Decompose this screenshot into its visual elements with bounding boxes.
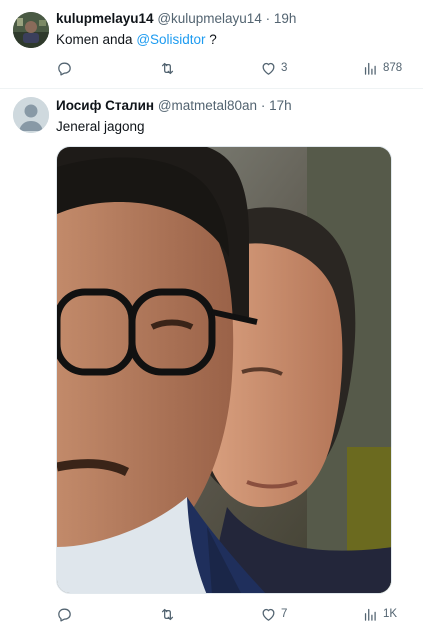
views-count: 878 <box>383 62 403 74</box>
like-button[interactable]: 7 <box>260 604 287 624</box>
views-icon <box>364 608 376 621</box>
reply-button[interactable] <box>56 604 77 624</box>
post-text-before: Komen anda <box>56 32 137 47</box>
repost-icon <box>161 62 174 74</box>
avatar-photo-icon <box>13 12 49 48</box>
repost-icon <box>161 608 174 620</box>
post-header: Иосиф Сталин @matmetal80an · 17h <box>56 97 292 115</box>
post-matmetal80an[interactable]: Иосиф Сталин @matmetal80an · 17h Jeneral… <box>0 89 423 632</box>
reply-button[interactable] <box>56 58 77 78</box>
like-icon <box>262 62 275 75</box>
post-image[interactable] <box>56 146 392 594</box>
post-kulupmelayu14[interactable]: kulupmelayu14 @kulupmelayu14 · 19h Komen… <box>0 0 423 88</box>
action-bar: 7 1K <box>56 604 408 624</box>
post-header: kulupmelayu14 @kulupmelayu14 · 19h <box>56 10 296 28</box>
views-count: 1K <box>383 608 398 620</box>
like-count: 7 <box>281 608 288 620</box>
reply-icon <box>58 608 71 622</box>
like-count: 3 <box>281 62 288 74</box>
mention-link[interactable]: @Solisidtor <box>136 32 205 47</box>
photo-two-men-icon <box>57 147 391 593</box>
views-button[interactable]: 878 <box>362 58 402 78</box>
author-name[interactable]: Иосиф Сталин <box>56 98 154 113</box>
separator-dot: · <box>260 98 266 113</box>
repost-button[interactable] <box>159 58 180 78</box>
default-avatar-icon <box>13 97 49 133</box>
action-bar: 3 878 <box>56 58 408 78</box>
author-name[interactable]: kulupmelayu14 <box>56 11 154 26</box>
like-icon <box>262 608 275 621</box>
post-text-after: ? <box>205 32 217 47</box>
post-text: Komen anda @Solisidtor ? <box>56 31 217 49</box>
author-handle[interactable]: @kulupmelayu14 <box>157 11 262 26</box>
separator-dot: · <box>265 11 271 26</box>
post-text: Jeneral jagong <box>56 119 145 134</box>
like-button[interactable]: 3 <box>260 58 287 78</box>
views-button[interactable]: 1K <box>362 604 397 624</box>
views-icon <box>364 62 376 75</box>
repost-button[interactable] <box>159 604 180 624</box>
avatar[interactable] <box>13 97 49 133</box>
avatar[interactable] <box>13 12 49 48</box>
timestamp[interactable]: 19h <box>274 11 297 26</box>
author-handle[interactable]: @matmetal80an <box>158 98 257 113</box>
timestamp[interactable]: 17h <box>269 98 292 113</box>
reply-icon <box>58 62 71 76</box>
